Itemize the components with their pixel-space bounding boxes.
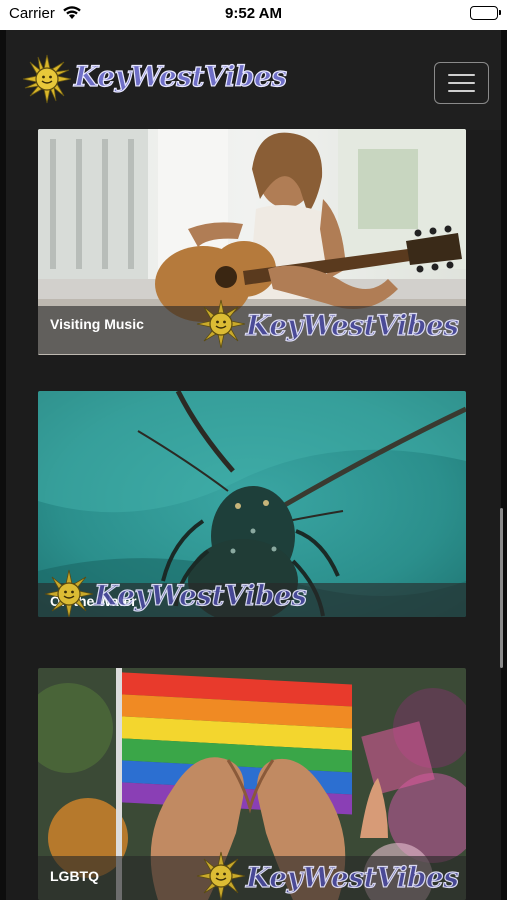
watermark-text: KeyWestVibes bbox=[245, 308, 459, 342]
clock: 9:52 AM bbox=[225, 5, 282, 22]
sun-logo-icon bbox=[22, 54, 72, 104]
card-title: Visiting Music bbox=[50, 316, 144, 332]
card-lgbtq[interactable]: LGBTQ KeyWestVibes bbox=[38, 668, 466, 900]
watermark-logo: KeyWestVibes bbox=[44, 569, 314, 617]
battery-icon bbox=[470, 6, 501, 20]
right-edge bbox=[501, 30, 507, 900]
status-bar: Carrier 9:52 AM bbox=[0, 0, 507, 30]
brand-name: KeyWestVibes bbox=[73, 59, 287, 93]
card-title: LGBTQ bbox=[50, 868, 99, 884]
card-visiting-music[interactable]: Visiting Music KeyWestVibes bbox=[38, 129, 466, 355]
card-on-the-water[interactable]: On the Water KeyWestVibes bbox=[38, 391, 466, 617]
watermark-text: KeyWestVibes bbox=[245, 860, 459, 894]
sun-watermark-icon bbox=[196, 299, 246, 349]
hamburger-line bbox=[448, 90, 475, 92]
scrollbar[interactable] bbox=[500, 508, 503, 668]
watermark-logo: KeyWestVibes bbox=[196, 851, 466, 900]
menu-button[interactable] bbox=[434, 62, 489, 104]
hamburger-menu-icon bbox=[448, 74, 475, 76]
left-edge bbox=[0, 30, 6, 900]
hamburger-line bbox=[448, 82, 475, 84]
watermark-logo: KeyWestVibes bbox=[196, 299, 466, 355]
brand-logo[interactable]: KeyWestVibes bbox=[22, 54, 288, 104]
sun-watermark-icon bbox=[44, 569, 94, 617]
sun-watermark-icon bbox=[196, 851, 246, 900]
watermark-text: KeyWestVibes bbox=[93, 578, 307, 612]
